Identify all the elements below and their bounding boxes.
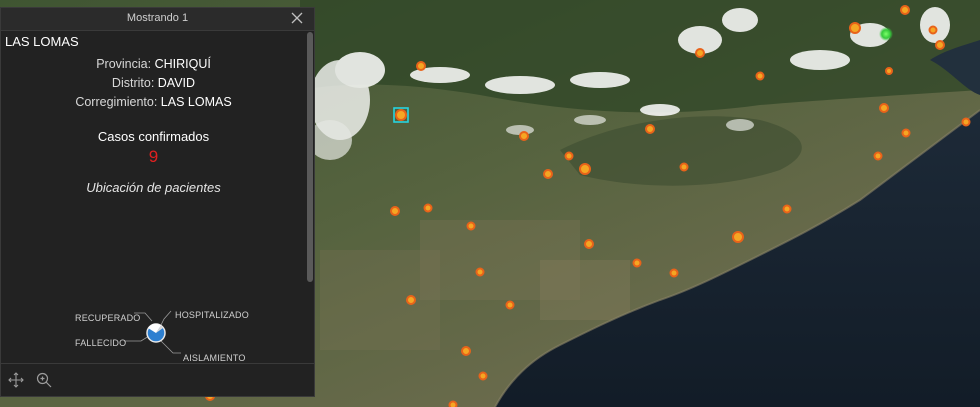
patients-pie-chart [124,310,181,354]
popup-title: Mostrando 1 [126,12,189,24]
pie-label-hospitalizado: HOSPITALIZADO [175,310,249,320]
popup-scrollbar[interactable] [307,32,313,282]
popup-panel: Mostrando 1 LAS LOMAS Provincia: CHIRIQU… [0,7,315,397]
popup-content: LAS LOMAS Provincia: CHIRIQUÍ Distrito: … [1,31,306,364]
hospitalizado-leader [160,310,172,326]
pie-label-fallecido: FALLECIDO [75,338,127,348]
zoom-to-icon[interactable] [35,371,53,389]
popup-header: Mostrando 1 [1,8,314,31]
popup-footer [1,363,314,396]
aislamiento-leader [160,340,181,354]
move-icon[interactable] [7,371,25,389]
close-icon[interactable] [288,9,306,27]
fallecido-leader [124,335,150,342]
pie-label-recuperado: RECUPERADO [75,313,141,323]
